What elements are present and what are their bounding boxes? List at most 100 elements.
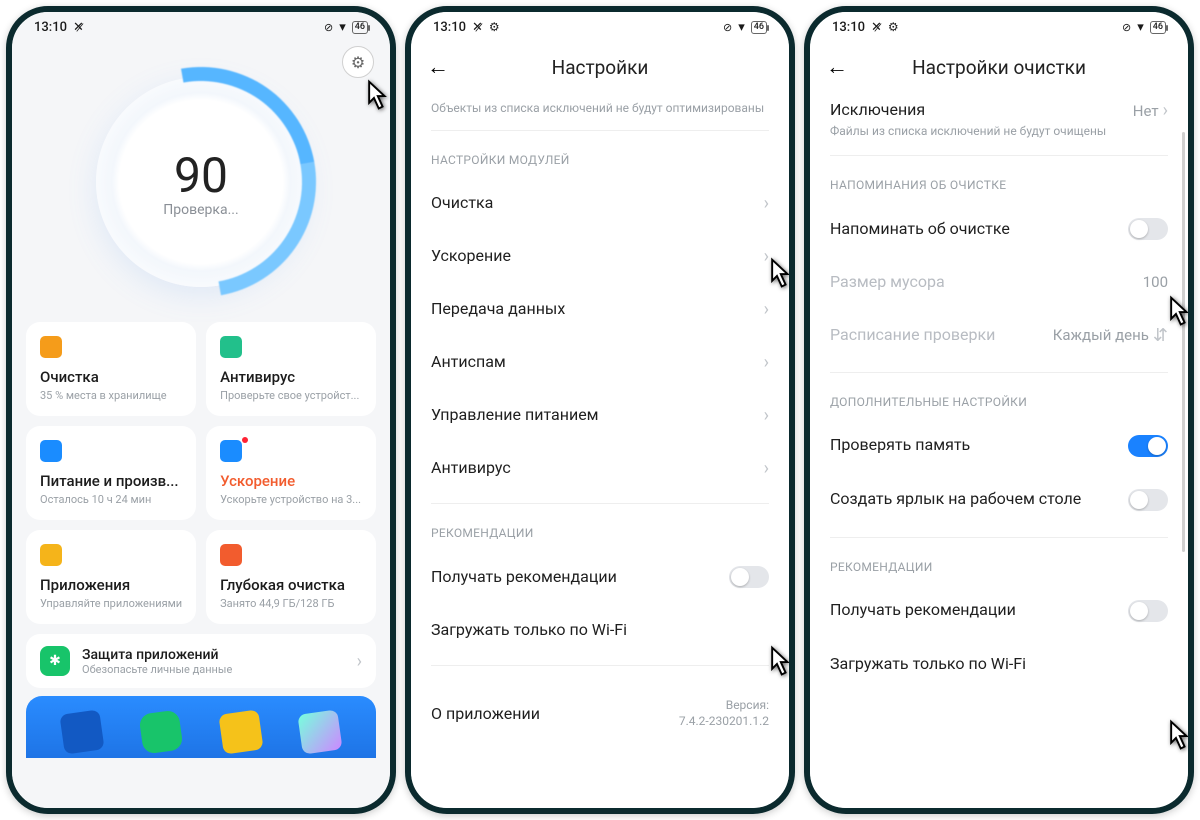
tile-icon (220, 544, 242, 566)
phone-security-home: 13:10 ✕̷ ⊘ ▾ 46 ⚙ 90 Проверка... Очистка… (6, 6, 396, 814)
status-bar: 13:10 ✕̷ ⚙ ⊘ ▾ 46 (810, 12, 1188, 42)
gear-small-icon: ⚙ (888, 20, 899, 34)
module-row[interactable]: Управление питанием › (431, 389, 769, 442)
status-bar: 13:10 ✕̷ ⊘ ▾ 46 (12, 12, 390, 42)
no-sim-icon: ⊘ (324, 21, 333, 34)
chevron-right-icon: › (357, 651, 362, 672)
tile-sub: Занято 44,9 ГБ/128 ГБ (220, 597, 362, 610)
tile-title: Очистка (40, 368, 182, 386)
page-title: Настройки очистки (912, 56, 1086, 79)
section-reco-label: РЕКОМЕНДАЦИИ (830, 560, 1168, 574)
feature-tile[interactable]: Очистка 35 % места в хранилище (26, 322, 196, 416)
chevron-right-icon: › (764, 193, 769, 214)
green-shield-icon (139, 709, 184, 754)
trash-size-row[interactable]: Размер мусора 100 (830, 256, 1168, 309)
module-row[interactable]: Ускорение › (431, 230, 769, 283)
hero-area: ⚙ 90 Проверка... (12, 42, 390, 322)
updown-icon: ⇵ (1153, 325, 1168, 346)
tile-icon (40, 440, 62, 462)
remind-row[interactable]: Напоминать об очистке (830, 202, 1168, 256)
facebook-icon (59, 709, 104, 754)
status-time: 13:10 (34, 20, 67, 35)
gear-icon: ⚙ (351, 53, 365, 72)
module-label: Очистка (431, 193, 764, 214)
score-ring[interactable]: 90 Проверка... (96, 77, 306, 287)
header: ← Настройки (411, 42, 789, 92)
about-row[interactable]: О приложении Версия:7.4.2-230201.1.2 (431, 682, 769, 745)
battery-indicator: 46 (352, 21, 368, 34)
score-value: 90 (174, 147, 228, 204)
reco-receive-row[interactable]: Получать рекомендации (830, 584, 1168, 638)
module-label: Ускорение (431, 246, 764, 267)
scroll-indicator (1182, 132, 1185, 552)
feature-tile[interactable]: Глубокая очистка Занято 44,9 ГБ/128 ГБ (206, 530, 376, 624)
module-label: Передача данных (431, 299, 764, 320)
wifi-icon: ▾ (1137, 20, 1144, 35)
toggle-off[interactable] (1128, 600, 1168, 622)
exclusions-value: Нет (1133, 102, 1159, 120)
section-modules-label: НАСТРОЙКИ МОДУЛЕЙ (431, 153, 769, 167)
toggle-on[interactable] (1128, 435, 1168, 457)
gallery-icon (298, 709, 343, 754)
exclusion-note: Объекты из списка исключений не будут оп… (431, 92, 769, 130)
tile-icon (220, 336, 242, 358)
tile-title: Приложения (40, 576, 182, 594)
back-button[interactable]: ← (826, 54, 848, 80)
tile-sub: Проверьте свое устройст... (220, 389, 362, 402)
back-button[interactable]: ← (427, 54, 449, 80)
dnd-icon: ✕̷ (871, 20, 882, 35)
wifi-icon: ▾ (339, 20, 346, 35)
app-protection-row[interactable]: ✱ Защита приложений Обезопасьте личные д… (26, 634, 376, 688)
gear-small-icon: ⚙ (489, 20, 500, 34)
tile-icon (40, 336, 62, 358)
toggle-off[interactable] (1128, 218, 1168, 240)
toggle-off[interactable] (1128, 489, 1168, 511)
feature-tile[interactable]: Антивирус Проверьте свое устройст... (206, 322, 376, 416)
protection-sub: Обезопасьте личные данные (82, 663, 345, 676)
check-memory-row[interactable]: Проверять память (830, 419, 1168, 473)
settings-button[interactable]: ⚙ (342, 46, 374, 78)
about-label: О приложении (431, 704, 540, 723)
exclusions-title: Исключения (830, 100, 1123, 121)
score-status: Проверка... (163, 202, 238, 218)
module-row[interactable]: Антивирус › (431, 442, 769, 495)
tile-title: Ускорение (220, 472, 362, 490)
reco-receive-row[interactable]: Получать рекомендации (431, 550, 769, 604)
chevron-right-icon: › (764, 405, 769, 426)
chevron-right-icon: › (1163, 100, 1168, 121)
section-extra-label: ДОПОЛНИТЕЛЬНЫЕ НАСТРОЙКИ (830, 395, 1168, 409)
phone-cleanup-settings: 13:10 ✕̷ ⚙ ⊘ ▾ 46 ← Настройки очистки Ис… (804, 6, 1194, 814)
feature-tile[interactable]: Приложения Управляйте приложениями (26, 530, 196, 624)
tile-icon (40, 544, 62, 566)
trash-size-value: 100 (1143, 273, 1168, 291)
module-row[interactable]: Антиспам › (431, 336, 769, 389)
protection-title: Защита приложений (82, 647, 345, 663)
exclusions-row[interactable]: Исключения Файлы из списка исключений не… (830, 92, 1168, 155)
reco-wifi-row[interactable]: Загружать только по Wi-Fi (431, 604, 769, 657)
schedule-value: Каждый день (1053, 326, 1149, 344)
chevron-right-icon: › (764, 246, 769, 267)
tile-icon (220, 440, 242, 462)
section-remind-label: НАПОМИНАНИЯ ОБ ОЧИСТКЕ (830, 178, 1168, 192)
desktop-shortcut-row[interactable]: Создать ярлык на рабочем столе (830, 473, 1168, 527)
tile-sub: Ускорьте устройство на 3... (220, 493, 362, 506)
section-reco-label: РЕКОМЕНДАЦИИ (431, 526, 769, 540)
promo-banner[interactable] (26, 696, 376, 758)
schedule-row[interactable]: Расписание проверки Каждый день ⇵ (830, 309, 1168, 362)
reco-wifi-row[interactable]: Загружать только по Wi-Fi (830, 638, 1168, 691)
toggle-off[interactable] (729, 566, 769, 588)
tile-title: Питание и произв... (40, 472, 182, 490)
mail-icon (218, 709, 263, 754)
no-sim-icon: ⊘ (1122, 21, 1131, 34)
battery-indicator: 46 (751, 21, 767, 34)
module-row[interactable]: Очистка › (431, 177, 769, 230)
feature-tile[interactable]: Ускорение Ускорьте устройство на 3... (206, 426, 376, 520)
dnd-icon: ✕̷ (73, 20, 84, 35)
status-time: 13:10 (832, 20, 865, 35)
page-title: Настройки (552, 56, 649, 79)
module-row[interactable]: Передача данных › (431, 283, 769, 336)
module-label: Управление питанием (431, 405, 764, 426)
feature-tile[interactable]: Питание и произв... Осталось 10 ч 24 мин (26, 426, 196, 520)
tile-title: Глубокая очистка (220, 576, 362, 594)
shield-icon: ✱ (40, 646, 70, 676)
